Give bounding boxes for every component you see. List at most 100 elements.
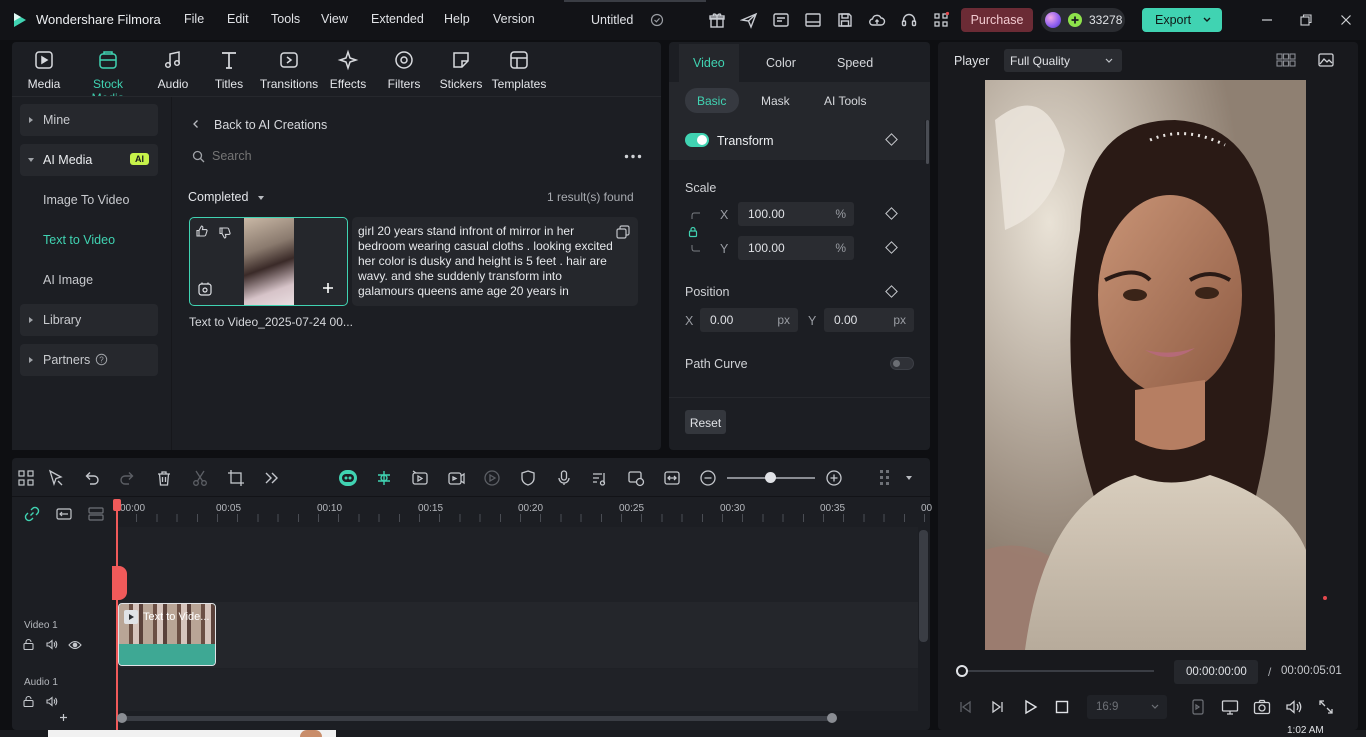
toolbar-media[interactable]: Media xyxy=(12,48,76,91)
ai-video-enhance-icon[interactable] xyxy=(446,468,466,488)
ai-audio-icon[interactable] xyxy=(410,468,430,488)
gift-icon[interactable] xyxy=(708,11,726,29)
toolbar-stickers[interactable]: Stickers xyxy=(429,48,493,91)
headset-icon[interactable] xyxy=(900,11,918,29)
toolbar-effects[interactable]: Effects xyxy=(316,48,380,91)
playhead-line[interactable] xyxy=(116,500,118,730)
tab-color[interactable]: Color xyxy=(766,56,796,70)
stop-icon[interactable] xyxy=(1052,697,1072,717)
thumbs-down-icon[interactable] xyxy=(218,226,232,240)
mark-in-icon[interactable] xyxy=(1188,697,1208,717)
back-chevron-icon[interactable] xyxy=(191,119,201,129)
apps-grid-icon[interactable] xyxy=(932,11,950,29)
menu-view[interactable]: View xyxy=(321,12,348,26)
playhead-marker[interactable] xyxy=(112,566,127,600)
menu-version[interactable]: Version xyxy=(493,12,535,26)
more-options-icon[interactable] xyxy=(624,154,642,159)
previous-frame-icon[interactable] xyxy=(955,697,975,717)
tab-speed[interactable]: Speed xyxy=(837,56,873,70)
subtab-ai-tools[interactable]: AI Tools xyxy=(824,94,866,108)
track-options-icon[interactable] xyxy=(876,468,896,488)
camera-icon[interactable] xyxy=(1252,697,1272,717)
save-icon[interactable] xyxy=(836,11,854,29)
microphone-icon[interactable] xyxy=(554,468,574,488)
menu-help[interactable]: Help xyxy=(444,12,470,26)
track-options-arrow-icon[interactable] xyxy=(906,476,912,480)
select-tool-icon[interactable] xyxy=(46,468,66,488)
layout-icon[interactable] xyxy=(804,11,822,29)
play-icon[interactable] xyxy=(1020,697,1040,717)
audio-track-lane[interactable] xyxy=(116,669,918,711)
lock-icon[interactable] xyxy=(22,638,35,651)
minimize-icon[interactable] xyxy=(1258,11,1276,29)
eye-visibility-icon[interactable] xyxy=(68,639,82,651)
back-to-ai-creations-link[interactable]: Back to AI Creations xyxy=(214,118,327,132)
toolbar-filters[interactable]: Filters xyxy=(372,48,436,91)
subtab-mask[interactable]: Mask xyxy=(761,94,790,108)
split-scissors-icon[interactable] xyxy=(190,468,210,488)
grid-view-icon[interactable] xyxy=(1276,52,1296,68)
menu-extended[interactable]: Extended xyxy=(371,12,424,26)
close-icon[interactable] xyxy=(1337,11,1355,29)
display-icon[interactable] xyxy=(1220,697,1240,717)
scrollbar-right-handle[interactable] xyxy=(827,713,837,723)
marker-shield-icon[interactable] xyxy=(518,468,538,488)
media-manager-icon[interactable] xyxy=(772,11,790,29)
audio-mixer-icon[interactable] xyxy=(590,468,610,488)
crop-icon[interactable] xyxy=(226,468,246,488)
timeline-vertical-scrollbar[interactable] xyxy=(919,530,928,642)
scale-y-field[interactable]: 100.00 % xyxy=(738,236,854,260)
avatar[interactable] xyxy=(1045,12,1061,28)
purchase-button[interactable]: Purchase xyxy=(961,8,1033,32)
layout-grid-icon[interactable] xyxy=(16,468,36,488)
scale-x-field[interactable]: 100.00 % xyxy=(738,202,854,226)
fit-timeline-icon[interactable] xyxy=(662,468,682,488)
toolbar-templates[interactable]: Templates xyxy=(487,48,551,91)
zoom-out-icon[interactable] xyxy=(698,468,718,488)
fullscreen-icon[interactable] xyxy=(1316,697,1336,717)
thumbs-up-icon[interactable] xyxy=(195,224,209,238)
position-y-field[interactable]: 0.00 px xyxy=(824,308,914,332)
properties-scrollbar[interactable] xyxy=(926,120,929,164)
sidebar-item-library[interactable]: Library xyxy=(20,304,158,336)
subtab-basic[interactable]: Basic xyxy=(685,88,739,113)
track-volume-icon[interactable] xyxy=(45,638,59,651)
delete-icon[interactable] xyxy=(154,468,174,488)
add-to-timeline-icon[interactable] xyxy=(320,280,336,296)
auto-reframe-icon[interactable] xyxy=(626,468,646,488)
playback-scrubber[interactable] xyxy=(956,670,1154,672)
render-preview-icon[interactable] xyxy=(482,468,502,488)
credits-pill[interactable]: 33278 xyxy=(1041,8,1125,32)
lock-icon[interactable] xyxy=(22,695,35,708)
video-preview[interactable] xyxy=(985,80,1306,650)
help-icon[interactable]: ? xyxy=(95,353,108,366)
next-frame-icon[interactable] xyxy=(988,697,1008,717)
ai-assistant-icon[interactable] xyxy=(338,468,358,488)
redo-icon[interactable] xyxy=(117,468,137,488)
tab-video[interactable]: Video xyxy=(679,44,739,82)
volume-icon[interactable] xyxy=(1284,697,1304,717)
path-curve-toggle[interactable] xyxy=(890,357,914,370)
menu-edit[interactable]: Edit xyxy=(227,12,249,26)
sidebar-item-ai-media[interactable]: AI Media AI xyxy=(20,144,158,176)
group-icon[interactable] xyxy=(55,505,73,523)
sidebar-item-image-to-video[interactable]: Image To Video xyxy=(20,184,158,216)
aspect-lock-icon[interactable] xyxy=(687,226,699,238)
scrubber-handle[interactable] xyxy=(956,665,968,677)
menu-tools[interactable]: Tools xyxy=(271,12,300,26)
video-track-lane[interactable] xyxy=(116,602,918,668)
timeline-video-clip[interactable]: Text to Vide... xyxy=(118,603,216,666)
track-stack-icon[interactable] xyxy=(87,505,105,523)
track-volume-icon[interactable] xyxy=(45,695,59,708)
taskbar-app-icon[interactable] xyxy=(300,730,322,737)
filter-dropdown[interactable]: Completed xyxy=(188,190,264,206)
menu-file[interactable]: File xyxy=(184,12,204,26)
zoom-in-icon[interactable] xyxy=(824,468,844,488)
position-x-field[interactable]: 0.00 px xyxy=(700,308,798,332)
toolbar-titles[interactable]: Titles xyxy=(197,48,261,91)
add-track-icon[interactable] xyxy=(58,712,69,723)
cloud-upload-icon[interactable] xyxy=(868,11,886,29)
quality-dropdown[interactable]: Full Quality xyxy=(1004,49,1122,72)
undo-icon[interactable] xyxy=(82,468,102,488)
aspect-ratio-dropdown[interactable]: 16:9 xyxy=(1087,695,1167,719)
